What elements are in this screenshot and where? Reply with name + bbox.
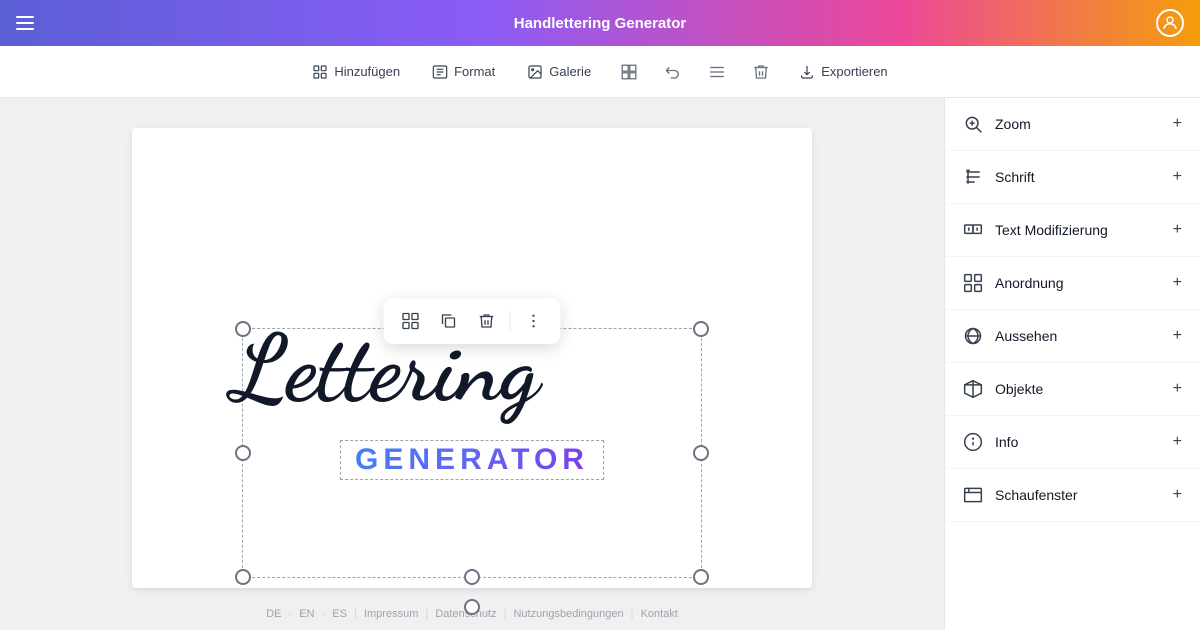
footer-datenschutz[interactable]: Datenschutz [431, 608, 500, 620]
context-delete-button[interactable] [470, 304, 504, 338]
canvas-area: Lettering GENERATOR DE - EN - ES | Impre… [0, 98, 944, 630]
text-mod-icon [963, 220, 983, 240]
handle-top-right[interactable] [693, 321, 709, 337]
gallery-button[interactable]: Galerie [515, 58, 603, 86]
undo-icon [664, 63, 682, 81]
user-avatar[interactable] [1156, 9, 1184, 37]
footer-nutzungsbedingungen[interactable]: Nutzungsbedingungen [509, 608, 627, 620]
add-label: Hinzufügen [334, 64, 400, 79]
gallery-label: Galerie [549, 64, 591, 79]
sidebar: Zoom + Schrift + [944, 98, 1200, 630]
info-icon [963, 432, 983, 452]
app-title: Handlettering Generator [514, 15, 687, 32]
toolbar: Hinzufügen Format Galerie [0, 46, 1200, 98]
anordnung-icon [963, 273, 983, 293]
grid-toggle-button[interactable] [611, 54, 647, 90]
info-expand[interactable]: + [1173, 433, 1182, 451]
export-label: Exportieren [821, 64, 887, 79]
handle-bottom-right[interactable] [693, 569, 709, 585]
anordnung-label: Anordnung [995, 275, 1064, 291]
add-icon [312, 64, 328, 80]
handle-middle-right[interactable] [693, 445, 709, 461]
footer-es[interactable]: ES [328, 608, 351, 620]
sidebar-item-schaufenster[interactable]: Schaufenster + [945, 469, 1200, 522]
footer-en[interactable]: EN [295, 608, 318, 620]
schaufenster-icon [963, 485, 983, 505]
grid-icon [620, 63, 638, 81]
objekte-expand[interactable]: + [1173, 380, 1182, 398]
sidebar-item-schrift[interactable]: Schrift + [945, 151, 1200, 204]
align-icon [708, 63, 726, 81]
handle-top-left[interactable] [235, 321, 251, 337]
sidebar-item-info[interactable]: Info + [945, 416, 1200, 469]
schaufenster-expand[interactable]: + [1173, 486, 1182, 504]
handle-middle-left[interactable] [235, 445, 251, 461]
export-icon [799, 64, 815, 80]
more-options-button[interactable] [517, 304, 551, 338]
footer: DE - EN - ES | Impressum | Datenschutz |… [252, 598, 692, 630]
delete-icon [752, 63, 770, 81]
schrift-expand[interactable]: + [1173, 168, 1182, 186]
format-button[interactable]: Format [420, 58, 507, 86]
schrift-label: Schrift [995, 169, 1035, 185]
text-mod-label: Text Modifizierung [995, 222, 1108, 238]
sidebar-item-objekte[interactable]: Objekte + [945, 363, 1200, 416]
sidebar-item-zoom[interactable]: Zoom + [945, 98, 1200, 151]
handle-bottom-center[interactable] [464, 569, 480, 585]
info-label: Info [995, 434, 1018, 450]
format-icon [432, 64, 448, 80]
text-mod-expand[interactable]: + [1173, 221, 1182, 239]
format-label: Format [454, 64, 495, 79]
aussehen-label: Aussehen [995, 328, 1057, 344]
undo-button[interactable] [655, 54, 691, 90]
footer-de[interactable]: DE [262, 608, 285, 620]
add-button[interactable]: Hinzufügen [300, 58, 412, 86]
delete-button[interactable] [743, 54, 779, 90]
lettering-sub-wrapper: GENERATOR [340, 440, 604, 480]
aussehen-expand[interactable]: + [1173, 327, 1182, 345]
schaufenster-label: Schaufenster [995, 487, 1078, 503]
zoom-label: Zoom [995, 116, 1031, 132]
align-button[interactable] [699, 54, 735, 90]
zoom-icon [963, 114, 983, 134]
main-content: Lettering GENERATOR DE - EN - ES | Impre… [0, 98, 1200, 630]
anordnung-expand[interactable]: + [1173, 274, 1182, 292]
handle-bottom-left[interactable] [235, 569, 251, 585]
lettering-sub-text: GENERATOR [355, 443, 589, 477]
canvas[interactable]: Lettering GENERATOR [132, 128, 812, 588]
app-header: Handlettering Generator [0, 0, 1200, 46]
aussehen-icon [963, 326, 983, 346]
objekte-icon [963, 379, 983, 399]
sidebar-item-anordnung[interactable]: Anordnung + [945, 257, 1200, 310]
sidebar-item-text-modifizierung[interactable]: Text Modifizierung + [945, 204, 1200, 257]
footer-kontakt[interactable]: Kontakt [637, 608, 682, 620]
menu-button[interactable] [16, 16, 34, 30]
sidebar-item-aussehen[interactable]: Aussehen + [945, 310, 1200, 363]
context-menu [384, 298, 561, 344]
context-menu-divider [510, 311, 511, 331]
footer-impressum[interactable]: Impressum [360, 608, 422, 620]
gallery-icon [527, 64, 543, 80]
schrift-icon [963, 167, 983, 187]
zoom-expand[interactable]: + [1173, 115, 1182, 133]
duplicate-button[interactable] [432, 304, 466, 338]
group-button[interactable] [394, 304, 428, 338]
canvas-wrapper: Lettering GENERATOR [20, 118, 924, 598]
export-button[interactable]: Exportieren [787, 58, 899, 86]
objekte-label: Objekte [995, 381, 1043, 397]
